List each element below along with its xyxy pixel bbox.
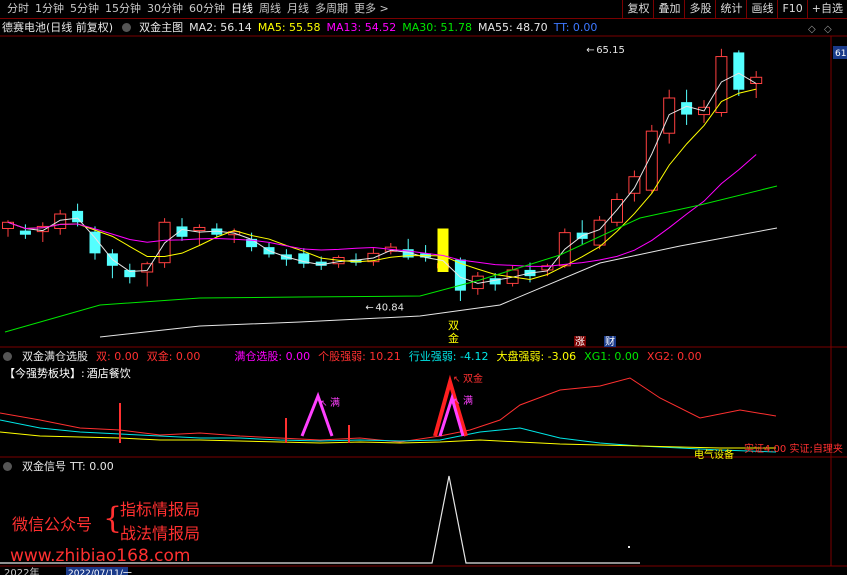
- ad-website: www.zhibiao168.com: [10, 546, 191, 566]
- sub1-values: 双: 0.00 双金: 0.00 满仓选股: 0.00 个股强弱: 10.21 行业强弱…: [96, 348, 710, 364]
- candle-body: [72, 210, 84, 223]
- candle-body: [715, 56, 728, 113]
- man-arrow-2: ↖: [453, 397, 461, 407]
- sub1-value-7: XG2: 0.00: [646, 350, 702, 363]
- mark-zhang: 涨: [575, 336, 585, 348]
- sub1-gear-icon[interactable]: [0, 350, 20, 363]
- sub2-value: TT: 0.00: [70, 459, 114, 473]
- candle-body: [628, 176, 641, 194]
- layout-diamond2-icon: ◇: [824, 24, 832, 35]
- sub2-title[interactable]: 双金信号: [22, 458, 66, 474]
- ad-names: 指标情报局 战法情报局: [120, 498, 200, 546]
- sub2-gear-icon[interactable]: [0, 460, 20, 473]
- ma2-line: [7, 72, 757, 284]
- ad-name-1: 指标情报局: [120, 500, 201, 519]
- sector-line: 【今强势板块】: 酒店餐饮: [4, 366, 139, 380]
- sector-label-right: 实证4.00 实证;自理夹: [744, 442, 843, 455]
- mark-cai: 财: [605, 335, 615, 348]
- signal-text-1: 双: [448, 319, 459, 332]
- sub1-value-5: 大盘强弱: -3.06: [496, 350, 577, 363]
- candle-body: [611, 199, 623, 223]
- man-label-2: 满: [463, 395, 473, 407]
- layout-diamond-icon: ◇: [808, 24, 816, 35]
- sub1-info-bar: 双金满仓选股 双: 0.00 双金: 0.00 满仓选股: 0.00 个股强弱: 10…: [0, 349, 718, 363]
- candle-body: [593, 219, 606, 246]
- signal-text-2: 金: [448, 331, 459, 345]
- axis-date-1: 2022年: [4, 566, 39, 575]
- low-arrow: ←: [365, 303, 373, 314]
- man-label-1: 满: [330, 397, 340, 409]
- high-arrow: ←: [586, 45, 594, 56]
- ma13-line: [7, 154, 757, 267]
- high-label: 65.15: [596, 45, 625, 56]
- sector-label-bottom: 电气设备: [694, 448, 734, 461]
- sub1-value-4: 行业强弱: -4.12: [408, 350, 489, 363]
- low-label: 40.84: [375, 303, 404, 314]
- sector-name: 酒店餐饮: [86, 367, 131, 380]
- sub1-value-1: 双金: 0.00: [146, 350, 201, 363]
- axis-date-2: 2022/07/11/一: [68, 569, 132, 575]
- tt-dot: [628, 546, 630, 548]
- sub2-info-bar: 双金信号 TT: 0.00: [0, 459, 122, 473]
- strength-sector-line: [0, 419, 777, 453]
- candle-body: [176, 226, 188, 237]
- kline-chart[interactable]: 61◇ ◇← 65.15← 40.84双金涨财↖ 满↖ 双金↖ 满电气设备实证4.00 实证…: [0, 0, 847, 575]
- sub1-value-6: XG1: 0.00: [584, 350, 639, 363]
- ma5-line: [7, 88, 757, 280]
- strength-stock-line: [0, 377, 777, 443]
- candle-body: [193, 226, 206, 232]
- candle-body: [733, 52, 745, 90]
- strength-market-line: [0, 431, 776, 449]
- sub1-value-0: 双: 0.00: [96, 350, 139, 363]
- ad-wechat-label: 微信公众号: [12, 515, 93, 534]
- candle-body: [54, 213, 67, 229]
- shuangjin-label: 双金: [463, 372, 483, 385]
- right-scale-value: 61: [835, 49, 846, 59]
- sub1-value-3: 个股强弱: 10.21: [318, 350, 401, 363]
- sub1-value-2: 满仓选股: 0.00: [234, 350, 311, 363]
- shuangjin-arrow: ↖: [453, 375, 461, 385]
- man-arrow-1: ↖: [320, 399, 328, 409]
- sector-prefix: 【今强势板块】:: [4, 367, 85, 380]
- candle-body: [19, 230, 31, 235]
- sub1-title[interactable]: 双金满仓选股: [22, 348, 88, 364]
- ad-name-2: 战法情报局: [120, 524, 201, 543]
- signal-candle: [437, 228, 449, 272]
- candle-body: [750, 76, 763, 84]
